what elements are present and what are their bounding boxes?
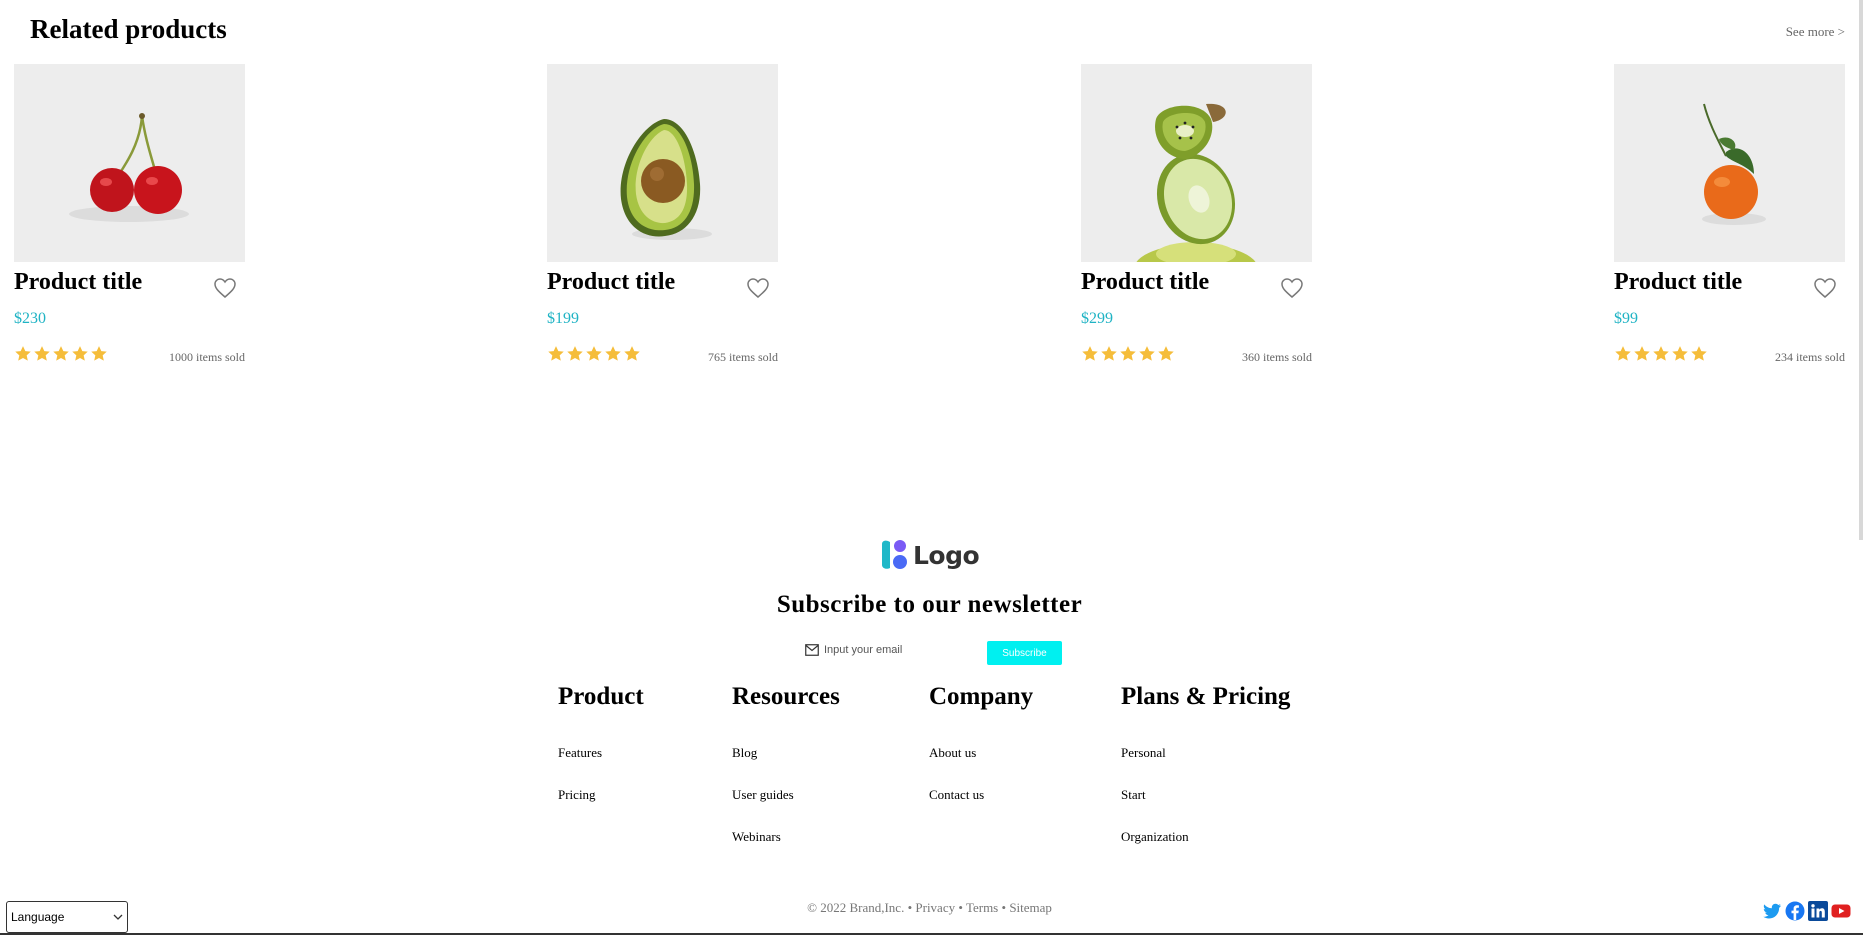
star-icon: [1653, 346, 1669, 361]
footer-column-title: Company: [929, 683, 1034, 710]
footer-link-pricing[interactable]: Pricing: [558, 786, 644, 828]
star-icon: [624, 346, 640, 361]
footer-link-user-guides[interactable]: User guides: [732, 786, 840, 828]
footer-column-title: Resources: [732, 683, 840, 710]
product-image-tangerine[interactable]: [1614, 64, 1845, 262]
rating-stars: [14, 345, 108, 363]
star-icon: [1158, 346, 1174, 361]
twitter-icon[interactable]: [1762, 901, 1782, 921]
product-title[interactable]: Product title: [1614, 269, 1845, 299]
star-icon: [91, 346, 107, 361]
chevron-down-icon: [113, 914, 123, 920]
heart-icon[interactable]: [213, 277, 237, 299]
star-icon: [1082, 346, 1098, 361]
footer-link-blog[interactable]: Blog: [732, 744, 840, 786]
heart-icon[interactable]: [1280, 277, 1304, 299]
items-sold: 765 items sold: [707, 350, 778, 364]
privacy-link[interactable]: Privacy: [915, 900, 955, 915]
footer-link-organization[interactable]: Organization: [1121, 828, 1290, 870]
footer-column-plans-pricing: Plans & Pricing Personal Start Organizat…: [1121, 683, 1290, 870]
subscribe-button[interactable]: Subscribe: [987, 641, 1062, 665]
items-sold: 360 items sold: [1241, 350, 1312, 364]
product-image-avocado[interactable]: [547, 64, 778, 262]
footer-link-webinars[interactable]: Webinars: [732, 828, 840, 870]
footer-legal: © 2022 Brand,Inc. • Privacy • Terms • Si…: [0, 900, 1859, 916]
product-image-cherry[interactable]: [14, 64, 245, 262]
star-icon: [548, 346, 564, 361]
page-scrollbar[interactable]: [1859, 0, 1863, 540]
see-more-link[interactable]: See more >: [1786, 24, 1845, 40]
star-icon: [1120, 346, 1136, 361]
rating-stars: [1614, 345, 1708, 363]
items-sold: 234 items sold: [1774, 350, 1845, 364]
product-price: $299: [1081, 310, 1113, 327]
star-icon: [1634, 346, 1650, 361]
product-card[interactable]: Product title $199 765 items sold: [547, 64, 778, 365]
product-card[interactable]: Product title $99 234 items sold: [1614, 64, 1845, 365]
logo-text: Logo: [913, 540, 980, 570]
product-price: $199: [547, 310, 579, 327]
items-sold: 1000 items sold: [168, 350, 245, 364]
email-field-wrapper[interactable]: [805, 644, 979, 656]
product-title[interactable]: Product title: [1081, 269, 1312, 299]
star-icon: [53, 346, 69, 361]
star-icon: [586, 346, 602, 361]
heart-icon[interactable]: [746, 277, 770, 299]
terms-link[interactable]: Terms: [966, 900, 998, 915]
rating-stars: [1081, 345, 1175, 363]
footer-column-product: Product Features Pricing: [558, 683, 644, 828]
logo-icon: [882, 540, 907, 569]
separator: •: [907, 900, 913, 915]
facebook-icon[interactable]: [1785, 901, 1805, 921]
copyright-text: © 2022 Brand,Inc.: [807, 900, 905, 915]
footer-link-contact-us[interactable]: Contact us: [929, 786, 1033, 828]
star-icon: [1672, 346, 1688, 361]
star-icon: [1691, 346, 1707, 361]
mail-icon: [805, 644, 819, 656]
rating-stars: [547, 345, 641, 363]
separator: •: [1001, 900, 1007, 915]
footer-column-company: Company About us Contact us: [929, 683, 1033, 828]
star-icon: [72, 346, 88, 361]
footer-column-title: Plans & Pricing: [1121, 683, 1291, 710]
email-input[interactable]: [824, 644, 979, 656]
star-icon: [605, 346, 621, 361]
product-title[interactable]: Product title: [14, 269, 245, 299]
related-products-title: Related products: [30, 14, 227, 44]
brand-logo[interactable]: Logo: [878, 538, 980, 572]
product-card[interactable]: Product title $299 360 items sold: [1081, 64, 1312, 365]
star-icon: [1101, 346, 1117, 361]
heart-icon[interactable]: [1813, 277, 1837, 299]
footer-link-start[interactable]: Start: [1121, 786, 1290, 828]
star-icon: [1139, 346, 1155, 361]
footer-link-features[interactable]: Features: [558, 744, 644, 786]
footer-link-personal[interactable]: Personal: [1121, 744, 1290, 786]
newsletter-title: Subscribe to our newsletter: [776, 591, 1083, 618]
product-price: $230: [14, 310, 46, 327]
sitemap-link[interactable]: Sitemap: [1009, 900, 1052, 915]
social-links: [1762, 901, 1851, 921]
product-price: $99: [1614, 310, 1638, 327]
star-icon: [15, 346, 31, 361]
linkedin-icon[interactable]: [1808, 901, 1828, 921]
product-card[interactable]: Product title $230 1000 items sold: [14, 64, 245, 365]
youtube-icon[interactable]: [1831, 901, 1851, 921]
footer-link-about-us[interactable]: About us: [929, 744, 1033, 786]
footer-column-resources: Resources Blog User guides Webinars: [732, 683, 840, 870]
star-icon: [567, 346, 583, 361]
separator: •: [958, 900, 963, 915]
language-select[interactable]: Language: [6, 901, 128, 933]
star-icon: [34, 346, 50, 361]
language-select-value: Language: [11, 910, 65, 924]
product-image-kiwi-lime[interactable]: [1081, 64, 1312, 262]
star-icon: [1615, 346, 1631, 361]
footer-column-title: Product: [558, 683, 644, 710]
product-title[interactable]: Product title: [547, 269, 778, 299]
